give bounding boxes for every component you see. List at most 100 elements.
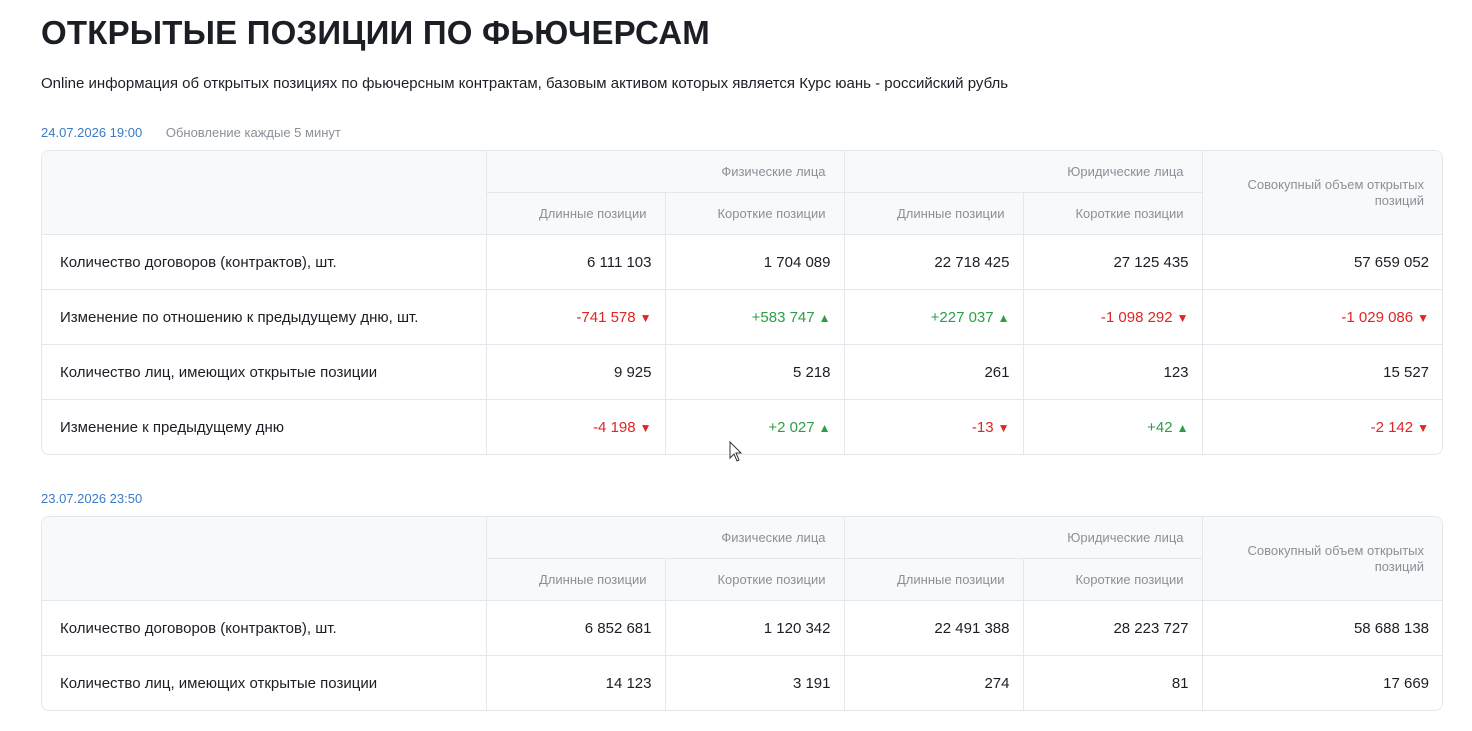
cell-value: +227 037 (930, 308, 994, 326)
arrow-down-icon: ▼ (1417, 420, 1430, 435)
cell-value: 17 669 (1383, 674, 1430, 692)
table-cell: 28 223 727 (1022, 600, 1203, 656)
page-subtitle: Online информация об открытых позициях п… (41, 75, 1009, 92)
row-label: Изменение к предыдущему дню (42, 399, 486, 454)
table-cell: -1 098 292 ▼ (1022, 289, 1203, 345)
table-cell: 14 123 (485, 655, 665, 710)
table-row: Изменение по отношению к предыдущему дню… (42, 289, 1442, 345)
current-table-body: Количество договоров (контрактов), шт. 6 … (42, 234, 1442, 454)
table-cell: 6 111 103 (485, 234, 665, 290)
header-legal: Юридические лица (843, 517, 1203, 559)
current-meta: 24.07.2026 19:00 Обновление каждые 5 мин… (41, 125, 341, 140)
header-physical-short: Короткие позиции (664, 558, 844, 601)
table-cell: 9 925 (485, 344, 665, 400)
header-physical: Физические лица (485, 151, 844, 193)
header-blank (42, 517, 486, 601)
cell-value: 81 (1171, 674, 1189, 692)
mouse-cursor-icon (729, 441, 743, 462)
table-cell: 17 669 (1201, 655, 1442, 710)
cell-value: 58 688 138 (1353, 619, 1430, 637)
cell-value: 15 527 (1383, 363, 1430, 381)
table-cell: 22 491 388 (843, 600, 1023, 656)
table-row: Количество лиц, имеющих открытые позиции… (42, 344, 1442, 400)
table-cell: 15 527 (1201, 344, 1442, 400)
cell-value: 5 218 (792, 363, 831, 381)
header-physical: Физические лица (485, 517, 844, 559)
cell-value: 6 111 103 (586, 253, 652, 271)
cell-value: -741 578 (576, 308, 636, 326)
row-label: Изменение по отношению к предыдущему дню… (42, 289, 486, 345)
cell-value: -13 (971, 418, 994, 436)
cell-value: +2 027 (768, 418, 815, 436)
row-label: Количество лиц, имеющих открытые позиции (42, 344, 486, 400)
arrow-up-icon: ▲ (818, 310, 831, 325)
current-positions-table: Физические лица Юридические лица Совокуп… (41, 150, 1443, 455)
arrow-down-icon: ▼ (639, 310, 652, 325)
cell-value: -4 198 (593, 418, 636, 436)
table-row: Количество лиц, имеющих открытые позиции… (42, 655, 1442, 710)
table-cell: +227 037 ▲ (843, 289, 1023, 345)
table-cell: 57 659 052 (1201, 234, 1442, 290)
row-label: Количество договоров (контрактов), шт. (60, 253, 337, 271)
row-label: Количество договоров (контрактов), шт. (60, 619, 337, 637)
cell-value: 1 704 089 (763, 253, 831, 271)
table-cell: 27 125 435 (1022, 234, 1203, 290)
row-label: Количество лиц, имеющих открытые позиции (42, 655, 486, 710)
cell-value: -1 029 086 (1341, 308, 1414, 326)
cell-value: 28 223 727 (1113, 619, 1189, 637)
current-date: 24.07.2026 19:00 (41, 125, 143, 140)
cell-value: 3 191 (792, 674, 831, 692)
table-cell: 1 704 089 (664, 234, 844, 290)
update-note: Обновление каждые 5 минут (165, 125, 341, 140)
cell-value: +583 747 (751, 308, 815, 326)
header-physical-long: Длинные позиции (485, 192, 665, 235)
cell-value: 22 491 388 (934, 619, 1010, 637)
table-cell: 5 218 (664, 344, 844, 400)
cell-value: -2 142 (1370, 418, 1414, 436)
cell-value: 123 (1163, 363, 1189, 381)
cell-value: 9 925 (613, 363, 652, 381)
table-cell: 6 852 681 (485, 600, 665, 656)
table-cell: 261 (843, 344, 1023, 400)
cell-value: 261 (984, 363, 1010, 381)
arrow-down-icon: ▼ (997, 420, 1010, 435)
header-legal-long: Длинные позиции (843, 558, 1023, 601)
table-cell: -4 198 ▼ (485, 399, 665, 454)
previous-meta: 23.07.2026 23:50 (41, 491, 142, 506)
previous-positions-table: Физические лица Юридические лица Совокуп… (41, 516, 1443, 711)
arrow-up-icon: ▲ (818, 420, 831, 435)
cell-value: 22 718 425 (934, 253, 1010, 271)
table-row: Количество договоров (контрактов), шт. 6 … (42, 234, 1442, 290)
header-legal-long: Длинные позиции (843, 192, 1023, 235)
previous-date: 23.07.2026 23:50 (41, 491, 143, 506)
table-cell: 81 (1022, 655, 1203, 710)
header-total: Совокупный объем открытых позиций (1201, 517, 1442, 601)
table-cell: 22 718 425 (843, 234, 1023, 290)
table-cell: +42 ▲ (1022, 399, 1203, 454)
cell-value: 1 120 342 (763, 619, 831, 637)
table-cell: 3 191 (664, 655, 844, 710)
arrow-up-icon: ▲ (997, 310, 1010, 325)
table-cell: -741 578 ▼ (485, 289, 665, 345)
header-legal-short: Короткие позиции (1022, 192, 1203, 235)
table-cell: -2 142 ▼ (1201, 399, 1442, 454)
cell-value: +42 (1147, 418, 1173, 436)
table-cell: 274 (843, 655, 1023, 710)
header-total: Совокупный объем открытых позиций (1201, 151, 1442, 235)
cell-value: -1 098 292 (1100, 308, 1173, 326)
header-blank (42, 151, 486, 235)
cell-value: 14 123 (605, 674, 652, 692)
arrow-down-icon: ▼ (1417, 310, 1430, 325)
table-cell: -13 ▼ (843, 399, 1023, 454)
table-cell: +583 747 ▲ (664, 289, 844, 345)
table-row: Количество договоров (контрактов), шт. 6 … (42, 600, 1442, 656)
table-cell: 58 688 138 (1201, 600, 1442, 656)
cell-value: 27 125 435 (1113, 253, 1189, 271)
header-physical-short: Короткие позиции (664, 192, 844, 235)
cell-value: 274 (984, 674, 1010, 692)
arrow-up-icon: ▲ (1176, 420, 1189, 435)
page-title: ОТКРЫТЫЕ ПОЗИЦИИ ПО ФЬЮЧЕРСАМ (41, 14, 710, 51)
table-cell: +2 027 ▲ (664, 399, 844, 454)
table-cell: 123 (1022, 344, 1203, 400)
previous-table-body: Количество договоров (контрактов), шт. 6 … (42, 600, 1442, 710)
